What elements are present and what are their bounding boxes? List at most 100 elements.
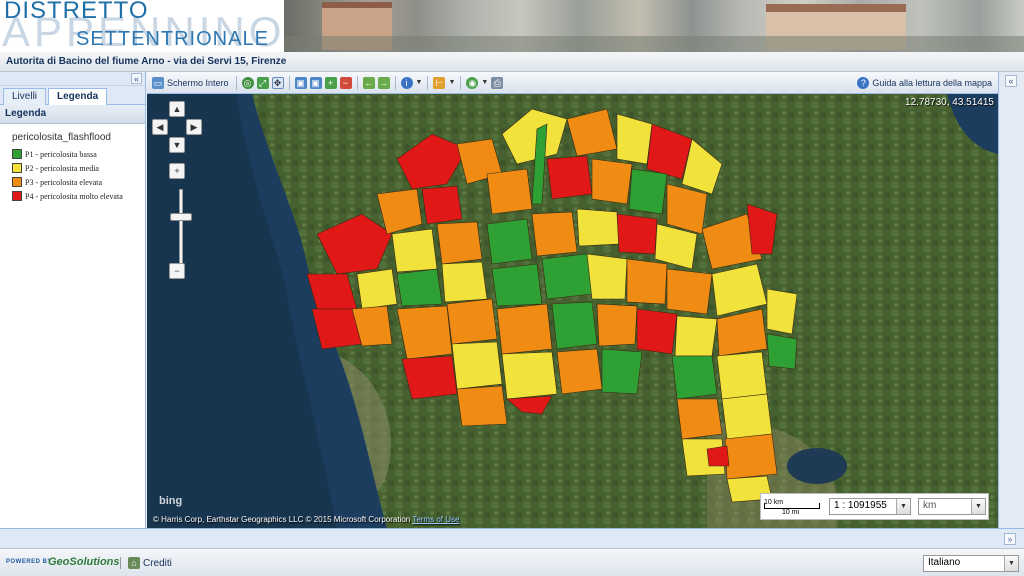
basin-polygon	[746, 203, 778, 255]
attribution-text: © Harris Corp, Earthstar Geographics LLC…	[153, 515, 411, 524]
basin-polygon	[596, 303, 638, 347]
print-icon[interactable]: ⎙	[491, 76, 504, 89]
zoom-in-button[interactable]: +	[169, 163, 185, 179]
basin-polygon	[316, 213, 393, 275]
terms-of-use-link[interactable]: Terms of Use	[412, 515, 459, 524]
legend-item-p3: P3 - pericolosita elevata	[12, 177, 145, 187]
basin-polygon	[706, 445, 730, 467]
zoom-box-in-icon[interactable]: ▣	[294, 76, 307, 89]
collapse-left-button[interactable]: «	[131, 73, 142, 84]
west-panel: « Livelli Legenda Legenda pericolosita_f…	[0, 72, 146, 528]
zoom-slider-handle[interactable]	[170, 213, 192, 221]
scale-tick	[764, 503, 765, 509]
scale-select-value: 1 : 1091955	[834, 500, 887, 511]
fullscreen-label: Schermo Intero	[167, 77, 229, 88]
basin-polygon	[628, 168, 668, 215]
basin-polygon	[674, 315, 718, 357]
chevron-down-icon[interactable]: ▼	[416, 79, 423, 86]
legend-label-p3: P3 - pericolosita elevata	[25, 177, 103, 187]
zoom-slider[interactable]	[179, 189, 183, 265]
basin-polygon	[446, 298, 498, 345]
basin-polygon	[491, 263, 543, 307]
layer-globe-icon[interactable]: ◉	[466, 76, 479, 89]
basin-polygon	[441, 261, 488, 303]
unit-select[interactable]: km ▼	[918, 498, 986, 515]
east-panel-collapsed: «	[998, 72, 1024, 528]
fullscreen-button[interactable]: ▭ Schermo Intero	[150, 75, 231, 91]
pan-left-button[interactable]: ◀	[152, 119, 168, 135]
app-root: APPENNINO DISTRETTO SETTENTRIONALE Autor…	[0, 0, 1024, 576]
measure-icon[interactable]: ⊢	[433, 76, 446, 89]
basin-polygon	[501, 108, 568, 165]
pan-down-button[interactable]: ▼	[169, 137, 185, 153]
zoom-in-icon[interactable]: +	[324, 76, 337, 89]
basin-polygon	[616, 213, 658, 255]
basin-polygon	[626, 258, 668, 305]
basin-polygon	[506, 395, 553, 415]
toolbar-separator	[427, 75, 429, 90]
pan-right-button[interactable]: ▶	[186, 119, 202, 135]
legend-label-p4: P4 - pericolosita molto elevata	[25, 191, 123, 201]
help-button[interactable]: ? Guida alla lettura della mappa	[857, 76, 992, 89]
mouse-coordinates: 12.78730, 43.51415	[905, 97, 994, 108]
geosolutions-logo[interactable]: GeoSolutions	[48, 556, 120, 568]
legend-panel-title: Legenda	[0, 105, 145, 124]
basin-polygon	[666, 268, 713, 315]
chevron-down-icon[interactable]: ▼	[1004, 556, 1018, 571]
basin-polygon	[501, 351, 558, 400]
toolbar-separator	[394, 75, 396, 90]
scale-tick	[819, 503, 820, 509]
previous-extent-icon[interactable]: ←	[362, 76, 375, 89]
chevron-down-icon[interactable]: ▼	[448, 79, 455, 86]
map-viewport[interactable]: 12.78730, 43.51415 ▲ ◀ ▶ ▼ + − bing © Ha…	[147, 94, 998, 528]
basin-polygon	[716, 308, 768, 357]
help-icon: ?	[857, 76, 870, 89]
globe-icon[interactable]: ◎	[241, 76, 254, 89]
language-select[interactable]: Italiano ▼	[923, 555, 1019, 572]
basin-polygon	[541, 253, 593, 300]
language-select-value: Italiano	[928, 557, 961, 568]
tab-livelli[interactable]: Livelli	[3, 88, 47, 105]
legend-label-p2: P2 - pericolosita media	[25, 163, 99, 173]
chevron-down-icon[interactable]: ▼	[896, 499, 910, 514]
credits-icon: ⌂	[128, 557, 140, 569]
basin-polygon	[451, 341, 503, 390]
basin-polygon	[721, 393, 773, 440]
bing-logo: bing	[159, 495, 183, 507]
expand-right-button[interactable]: «	[1005, 75, 1017, 87]
zoom-extent-icon[interactable]: ⤢	[256, 76, 269, 89]
chevron-down-icon[interactable]: ▼	[481, 79, 488, 86]
page-title: Autorita di Bacino del fiume Arno - via …	[0, 52, 1024, 72]
pan-icon[interactable]: ✥	[271, 76, 284, 89]
scale-km-label: 10 km	[764, 499, 784, 506]
basin-polygon	[546, 155, 593, 200]
info-icon[interactable]: i	[400, 76, 413, 89]
chevron-down-icon[interactable]: ▼	[971, 499, 985, 514]
basin-polygon	[356, 268, 398, 310]
map-toolbar: ▭ Schermo Intero ◎ ⤢ ✥ ▣ ▣ + − ← → i ▼ ⊢…	[147, 72, 998, 94]
tab-legenda[interactable]: Legenda	[48, 88, 108, 105]
pan-zoom-control: ▲ ◀ ▶ ▼ + −	[152, 101, 204, 281]
credits-button[interactable]: ⌂ Crediti	[128, 557, 172, 569]
next-extent-icon[interactable]: →	[377, 76, 390, 89]
hazard-basins-layer[interactable]	[147, 94, 998, 528]
pan-up-button[interactable]: ▲	[169, 101, 185, 117]
scale-select[interactable]: 1 : 1091955 ▼	[829, 498, 911, 515]
zoom-box-out-icon[interactable]: ▣	[309, 76, 322, 89]
legend-swatch-p2	[12, 163, 22, 173]
legend-item-p1: P1 - pericolosita bassa	[12, 149, 145, 159]
logo-distretto-text: DISTRETTO	[4, 0, 149, 24]
basin-polygon	[401, 355, 458, 400]
zoom-out-button[interactable]: −	[169, 263, 185, 279]
scale-mi-label: 10 mi	[782, 509, 800, 516]
legend-swatch-p1	[12, 149, 22, 159]
basin-polygon	[601, 348, 643, 395]
basin-polygon	[766, 288, 798, 335]
basin-polygon	[566, 108, 618, 157]
expand-south-button[interactable]: »	[1004, 533, 1016, 545]
footer: POWERED BY GeoSolutions ⌂ Crediti Italia…	[0, 548, 1024, 576]
basin-polygon	[586, 253, 628, 300]
panel-tabs: Livelli Legenda	[0, 86, 145, 105]
zoom-out-icon[interactable]: −	[339, 76, 352, 89]
basin-polygon	[716, 351, 768, 400]
